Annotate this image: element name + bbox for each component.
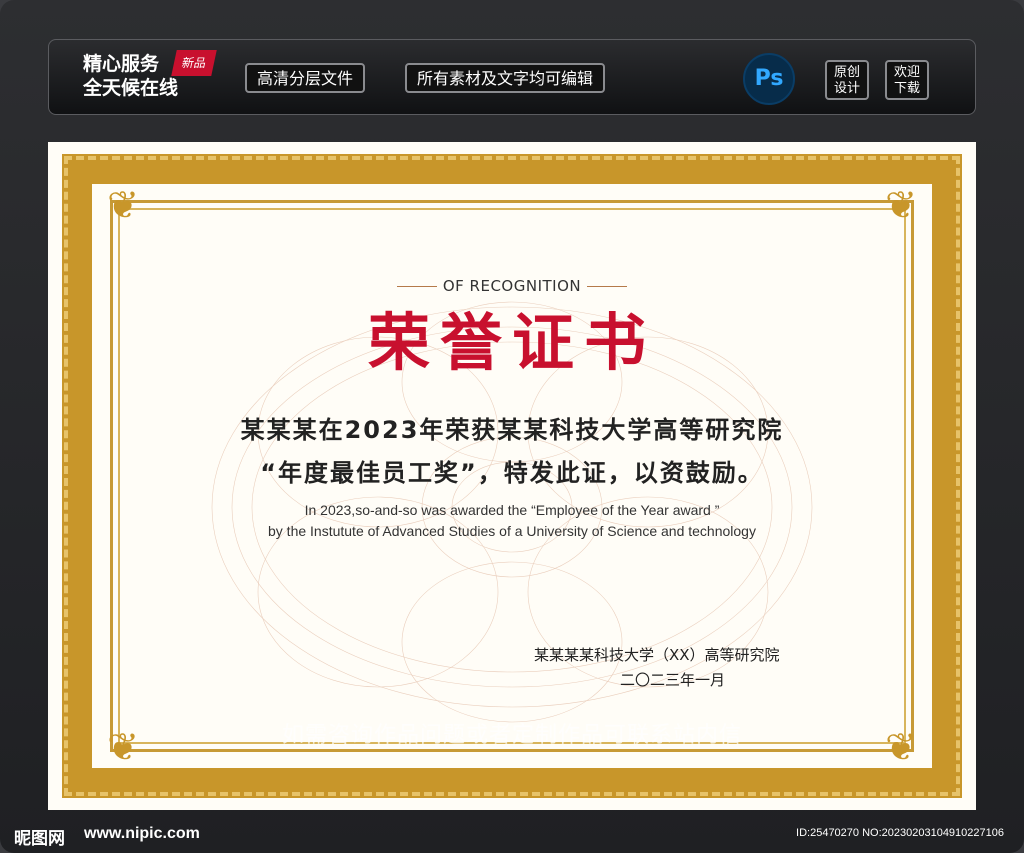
original-design-label-1: 原创 <box>833 65 860 80</box>
issuer-name: 某某某某科技大学（XX）高等研究院 <box>534 646 780 664</box>
hd-layered-file-button[interactable]: 高清分层文件 <box>245 63 366 93</box>
certificate-preview: ❦ ❦ ❦ ❦ OF RECOGNITION 荣誉证书 某某某在2023年荣获某… <box>48 142 976 810</box>
corner-ornament-icon: ❦ <box>107 183 139 227</box>
photoshop-icon: Ps <box>743 53 795 105</box>
contact-watermark: 如需咨询作品问题或者定制作品可联系站内信 <box>281 723 742 748</box>
certificate-body-line-2: “年度最佳员工奖”，特发此证，以资鼓励。 <box>260 459 764 487</box>
welcome-download-label-1: 欢迎 <box>893 65 920 80</box>
certificate-body-line-1: 某某某在2023年荣获某某科技大学高等研究院 <box>240 416 784 444</box>
original-design-label-2: 设计 <box>833 81 860 96</box>
editable-assets-button[interactable]: 所有素材及文字均可编辑 <box>405 63 606 93</box>
certificate-english-line-2: by the Instutute of Advanced Studies of … <box>268 523 756 539</box>
new-badge: 新品 <box>171 50 217 76</box>
site-logo: 昵图网 <box>14 829 65 849</box>
brand-slogan: 精心服务 全天候在线 <box>83 52 178 100</box>
brand-line-2: 全天候在线 <box>83 77 179 99</box>
welcome-download-label-2: 下载 <box>893 81 920 96</box>
certificate-title: 荣誉证书 <box>367 306 656 379</box>
promo-toolbar: 精心服务 全天候在线 新品 高清分层文件 所有素材及文字均可编辑 Ps 原创 设… <box>48 39 976 115</box>
certificate-english-line-1: In 2023,so-and-so was awarded the “Emplo… <box>304 502 720 518</box>
image-id-text: ID:25470270 NO:20230203104910227106 <box>796 827 1004 839</box>
welcome-download-button[interactable]: 欢迎 下载 <box>885 60 929 100</box>
site-url-link[interactable]: www.nipic.com <box>84 825 200 843</box>
issue-date: 二〇二三年一月 <box>620 671 726 689</box>
brand-line-1: 精心服务 <box>83 53 160 75</box>
corner-ornament-icon: ❦ <box>885 183 917 227</box>
original-design-button[interactable]: 原创 设计 <box>825 60 869 100</box>
